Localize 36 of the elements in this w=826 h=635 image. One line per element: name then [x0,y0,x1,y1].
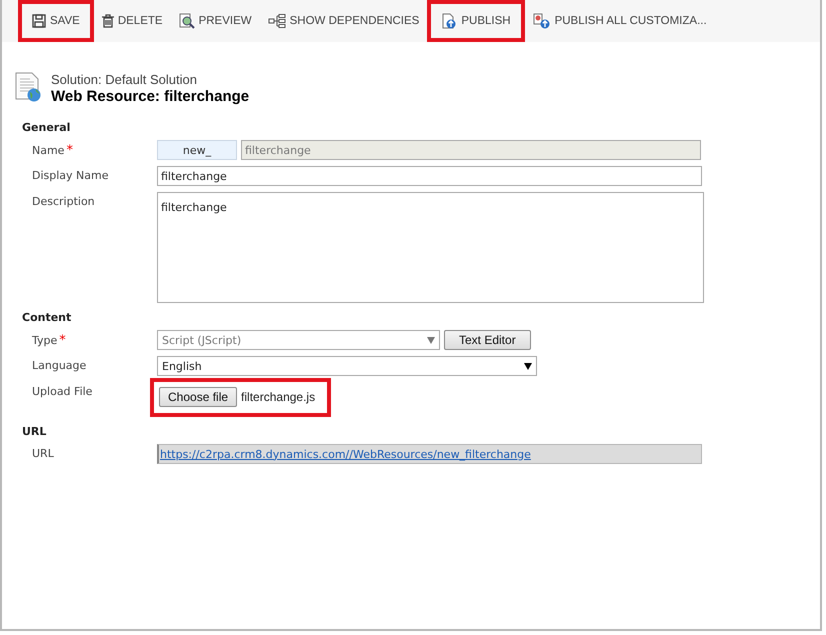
publish-all-icon [532,13,551,29]
section-title: Content [22,311,72,324]
web-page-icon [15,72,43,102]
prefix-field: new_ [157,140,237,160]
choose-file-button[interactable]: Choose file [159,387,238,407]
field-label: URL [32,446,55,460]
dropdown[interactable]: English [157,356,537,376]
dropdown-arrow-icon [524,362,532,370]
hierarchy-icon [268,14,286,28]
url-link[interactable]: https://c2rpa.crm8.dynamics.com//WebResources/new_filterchange [160,448,531,460]
field-label: Upload File [32,384,94,398]
field-label: Language [32,358,88,372]
toolbar-button[interactable]: PUBLISH ALL CUSTOMIZA... [524,0,715,42]
required-mark: * [59,333,66,348]
file-name: filterchange.js [241,390,316,404]
field-label: Display Name [32,168,110,182]
description-field[interactable]: filterchange [157,192,704,303]
dropdown-arrow-icon [427,336,435,344]
text-field[interactable]: filterchange [157,166,702,186]
section-title: General [22,121,72,134]
section-title: URL [22,425,48,438]
field-label: Name* [32,142,74,158]
toolbar-button[interactable]: PREVIEW [170,0,260,42]
page-title: Web Resource: filterchange [51,88,250,105]
field-label: Description [32,194,96,208]
toolbar-button[interactable]: SHOW DEPENDENCIES [260,0,428,42]
trash-icon [102,14,114,28]
magnifier-page-icon [178,13,195,29]
toolbar-button[interactable]: SAVE [18,0,94,42]
solution-label: Solution: Default Solution [51,72,198,87]
toolbar-button[interactable]: DELETE [94,0,171,42]
toolbar-button[interactable]: PUBLISH [427,0,525,42]
field-label: Type* [32,332,67,348]
save-icon [32,14,46,28]
publish-icon [441,13,458,29]
required-mark: * [66,143,73,158]
